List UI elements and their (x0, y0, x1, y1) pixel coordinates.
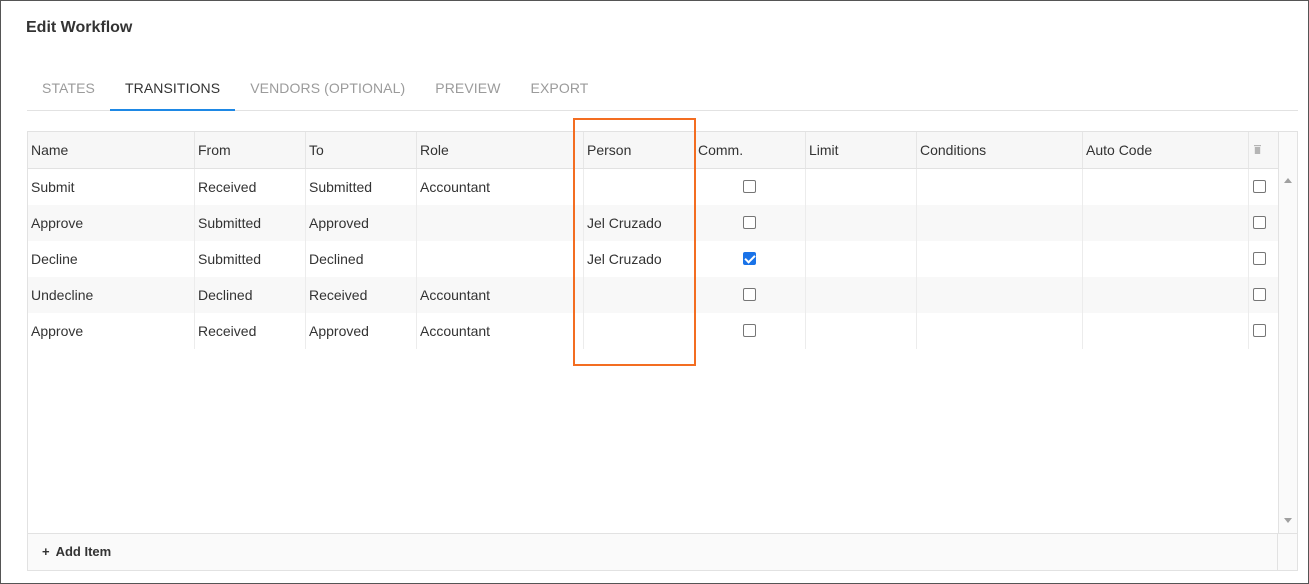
comm-checkbox[interactable] (743, 324, 756, 337)
cell-name[interactable]: Approve (28, 313, 195, 349)
column-header-auto-code[interactable]: Auto Code (1083, 132, 1249, 168)
cell-comm (695, 241, 806, 277)
cell-to[interactable]: Declined (306, 241, 417, 277)
cell-from[interactable]: Submitted (195, 205, 306, 241)
column-header-limit[interactable]: Limit (806, 132, 917, 168)
cell-conditions[interactable] (917, 205, 1083, 241)
scroll-up-arrow-icon[interactable] (1284, 178, 1292, 183)
cell-to[interactable]: Approved (306, 205, 417, 241)
cell-auto-code[interactable] (1083, 205, 1249, 241)
grid-footer: + Add Item (28, 533, 1297, 571)
column-header-delete (1249, 132, 1278, 168)
column-header-from[interactable]: From (195, 132, 306, 168)
comm-checkbox[interactable] (743, 252, 756, 265)
row-select-checkbox[interactable] (1253, 216, 1266, 229)
cell-role[interactable]: Accountant (417, 277, 584, 313)
vertical-scrollbar[interactable] (1278, 132, 1297, 533)
cell-to[interactable]: Approved (306, 313, 417, 349)
cell-from[interactable]: Received (195, 169, 306, 205)
cell-auto-code[interactable] (1083, 313, 1249, 349)
comm-checkbox[interactable] (743, 288, 756, 301)
person-column-highlight (573, 118, 696, 366)
cell-limit[interactable] (806, 241, 917, 277)
cell-limit[interactable] (806, 169, 917, 205)
column-header-role[interactable]: Role (417, 132, 584, 168)
cell-limit[interactable] (806, 313, 917, 349)
tab-transitions[interactable]: TRANSITIONS (109, 71, 236, 111)
row-select-checkbox[interactable] (1253, 180, 1266, 193)
cell-role[interactable]: Accountant (417, 169, 584, 205)
tab-vendors[interactable]: VENDORS (OPTIONAL) (235, 71, 420, 111)
cell-select (1249, 241, 1278, 277)
row-select-checkbox[interactable] (1253, 288, 1266, 301)
cell-role[interactable]: Accountant (417, 313, 584, 349)
tab-bar: STATES TRANSITIONS VENDORS (OPTIONAL) PR… (27, 71, 1298, 111)
plus-icon: + (42, 544, 50, 559)
cell-to[interactable]: Received (306, 277, 417, 313)
cell-name[interactable]: Decline (28, 241, 195, 277)
cell-select (1249, 169, 1278, 205)
row-select-checkbox[interactable] (1253, 324, 1266, 337)
cell-limit[interactable] (806, 205, 917, 241)
cell-auto-code[interactable] (1083, 241, 1249, 277)
cell-auto-code[interactable] (1083, 169, 1249, 205)
cell-select (1249, 205, 1278, 241)
cell-comm (695, 169, 806, 205)
trash-icon[interactable] (1254, 145, 1261, 154)
scroll-down-arrow-icon[interactable] (1284, 518, 1292, 523)
dialog-title: Edit Workflow (26, 19, 133, 36)
cell-name[interactable]: Approve (28, 205, 195, 241)
cell-from[interactable]: Submitted (195, 241, 306, 277)
edit-workflow-dialog: Edit Workflow STATES TRANSITIONS VENDORS… (0, 0, 1309, 584)
comm-checkbox[interactable] (743, 180, 756, 193)
cell-limit[interactable] (806, 277, 917, 313)
cell-conditions[interactable] (917, 277, 1083, 313)
add-item-label: Add Item (55, 544, 112, 559)
cell-role[interactable] (417, 241, 584, 277)
tab-export[interactable]: EXPORT (516, 71, 604, 111)
row-select-checkbox[interactable] (1253, 252, 1266, 265)
cell-select (1249, 313, 1278, 349)
column-header-comm[interactable]: Comm. (695, 132, 806, 168)
footer-cell: + Add Item (28, 534, 1278, 571)
cell-role[interactable] (417, 205, 584, 241)
tab-preview[interactable]: PREVIEW (420, 71, 515, 111)
tab-states[interactable]: STATES (27, 71, 110, 111)
add-item-button[interactable]: + Add Item (42, 544, 111, 559)
cell-auto-code[interactable] (1083, 277, 1249, 313)
column-header-to[interactable]: To (306, 132, 417, 168)
cell-comm (695, 277, 806, 313)
cell-name[interactable]: Undecline (28, 277, 195, 313)
cell-comm (695, 313, 806, 349)
cell-name[interactable]: Submit (28, 169, 195, 205)
cell-select (1249, 277, 1278, 313)
column-header-name[interactable]: Name (28, 132, 195, 168)
cell-comm (695, 205, 806, 241)
cell-conditions[interactable] (917, 241, 1083, 277)
cell-conditions[interactable] (917, 169, 1083, 205)
cell-from[interactable]: Declined (195, 277, 306, 313)
column-header-conditions[interactable]: Conditions (917, 132, 1083, 168)
comm-checkbox[interactable] (743, 216, 756, 229)
cell-from[interactable]: Received (195, 313, 306, 349)
cell-to[interactable]: Submitted (306, 169, 417, 205)
cell-conditions[interactable] (917, 313, 1083, 349)
